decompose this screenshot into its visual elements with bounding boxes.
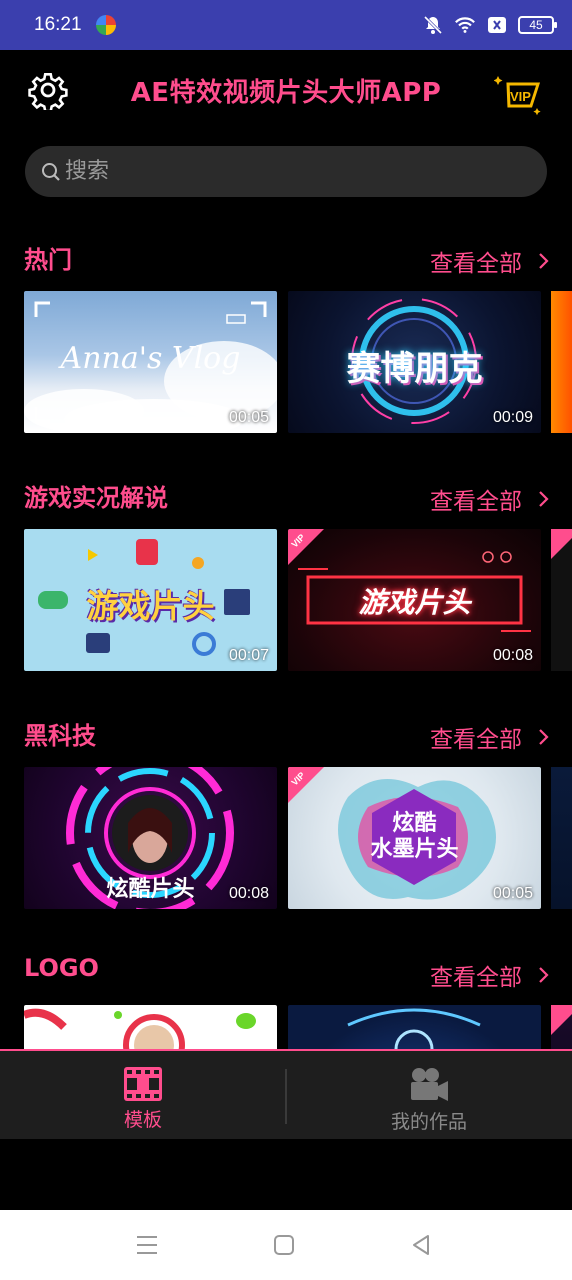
- template-card[interactable]: [24, 1005, 277, 1049]
- template-card-peek[interactable]: [551, 291, 572, 433]
- card-title: 炫酷 水墨片头: [288, 811, 541, 863]
- card-row-hot: Anna's Vlog 00:05 赛博朋克 00:09: [0, 291, 572, 433]
- section-title: LOGO: [24, 954, 99, 982]
- template-card-peek[interactable]: [551, 767, 572, 909]
- vip-crown-icon: VIP: [493, 76, 541, 116]
- logo-graphic: [347, 1008, 481, 1049]
- battery-indicator: 45: [518, 16, 557, 34]
- home-icon[interactable]: [271, 1232, 297, 1258]
- vip-badge-icon: VIP: [288, 767, 324, 803]
- card-title: Anna's Vlog: [60, 341, 241, 376]
- nav-tab-templates[interactable]: 模板: [0, 1051, 286, 1139]
- sim-off-icon: [486, 14, 508, 36]
- app-notification-icon: [95, 15, 116, 35]
- vip-badge-icon: VIP: [288, 529, 324, 565]
- section-title: 热门: [24, 246, 72, 274]
- card-title-line2: 水墨片头: [370, 837, 459, 862]
- template-card[interactable]: Anna's Vlog 00:05: [24, 291, 277, 433]
- template-card[interactable]: 赛博朋克 00:09: [288, 291, 541, 433]
- see-all-label: 查看全部: [430, 727, 522, 753]
- vip-button[interactable]: VIP: [493, 70, 546, 118]
- duration-label: 00:08: [492, 647, 533, 664]
- section-header-tech: 黑科技 查看全部: [0, 716, 572, 756]
- bottom-nav: 模板 我的作品: [0, 1049, 572, 1139]
- nav-label: 我的作品: [390, 1111, 467, 1133]
- chevron-right-icon: [539, 253, 549, 269]
- see-all-hot-link[interactable]: 查看全部: [430, 244, 550, 278]
- section-header-logo: LOGO 查看全部: [0, 954, 572, 994]
- section-header-gaming: 游戏实况解说 查看全部: [0, 478, 572, 518]
- logo-graphic: [24, 1008, 256, 1049]
- wifi-icon: [454, 14, 476, 36]
- status-time: 16:21: [34, 14, 82, 35]
- template-card[interactable]: 炫酷片头 00:08: [24, 767, 277, 909]
- app-title: AE特效视频片头大师APP: [130, 78, 442, 108]
- duration-label: 00:09: [492, 409, 533, 426]
- card-title: 赛博朋克: [346, 349, 483, 389]
- card-row-tech: 炫酷片头 00:08 VIP 炫酷 水墨片头 00:05: [0, 767, 572, 909]
- video-camera-icon: [411, 1068, 448, 1101]
- see-all-gaming-link[interactable]: 查看全部: [430, 482, 550, 516]
- section-title: 游戏实况解说: [24, 484, 168, 512]
- card-title-line1: 炫酷: [392, 811, 437, 836]
- search-bar[interactable]: [25, 146, 547, 197]
- template-card[interactable]: VIP 炫酷 水墨片头 00:05: [288, 767, 541, 909]
- chevron-right-icon: [539, 491, 549, 507]
- see-all-label: 查看全部: [430, 251, 522, 277]
- card-title: 游戏片头: [358, 586, 471, 619]
- nav-label: 模板: [123, 1109, 162, 1131]
- duration-label: 00:05: [492, 885, 533, 902]
- menu-icon[interactable]: [134, 1232, 160, 1258]
- section-title: 黑科技: [24, 722, 96, 750]
- see-all-tech-link[interactable]: 查看全部: [430, 720, 550, 754]
- chevron-right-icon: [539, 967, 549, 983]
- see-all-label: 查看全部: [430, 489, 522, 515]
- card-row-logo: [0, 1005, 572, 1049]
- duration-label: 00:07: [228, 647, 269, 664]
- duration-label: 00:08: [228, 885, 269, 902]
- back-icon[interactable]: [408, 1232, 434, 1258]
- status-icons: 45: [422, 14, 557, 36]
- system-nav-bar: [0, 1210, 572, 1280]
- template-card[interactable]: 游戏片头 00:07: [24, 529, 277, 671]
- card-title: 游戏片头: [86, 587, 215, 625]
- duration-label: 00:05: [228, 409, 269, 426]
- status-bar: 16:21 45: [0, 0, 572, 50]
- see-all-logo-link[interactable]: 查看全部: [430, 958, 550, 992]
- search-input[interactable]: [65, 159, 505, 184]
- chevron-right-icon: [539, 729, 549, 745]
- card-row-gaming: 游戏片头 00:07 VIP 游戏片头 00:08: [0, 529, 572, 671]
- template-card-peek[interactable]: [551, 1005, 572, 1049]
- top-bar: AE特效视频片头大师APP VIP: [0, 50, 572, 130]
- section-header-hot: 热门 查看全部: [0, 240, 572, 280]
- template-card[interactable]: VIP 游戏片头 00:08: [288, 529, 541, 671]
- film-strip-icon: [124, 1067, 162, 1101]
- template-card[interactable]: [288, 1005, 541, 1049]
- search-icon: [42, 162, 60, 181]
- template-card-peek[interactable]: [551, 529, 572, 671]
- vip-badge-icon: [551, 1005, 572, 1035]
- mute-icon: [422, 14, 444, 36]
- vip-badge-icon: [551, 529, 572, 559]
- see-all-label: 查看全部: [430, 965, 522, 991]
- svg-text:VIP: VIP: [510, 89, 531, 104]
- nav-tab-my-works[interactable]: 我的作品: [286, 1051, 572, 1139]
